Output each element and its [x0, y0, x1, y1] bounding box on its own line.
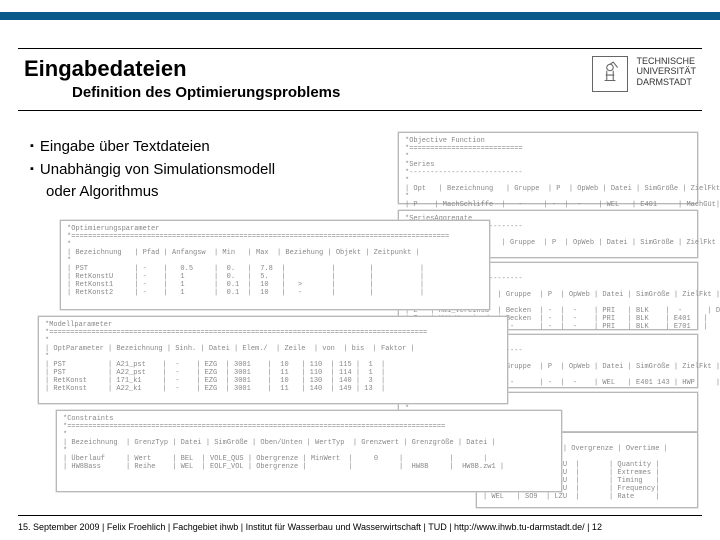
- header-rule: [18, 48, 702, 49]
- subheader-rule: [18, 110, 702, 111]
- page-title: Eingabedateien: [24, 56, 187, 82]
- bullet-list: Eingabe über Textdateien Unabhängig von …: [30, 136, 275, 204]
- bullet-2: Unabhängig von Simulationsmodell: [30, 159, 275, 182]
- logo-text: TECHNISCHE UNIVERSITÄT DARMSTADT: [636, 56, 696, 87]
- panel-optimierungsparameter: *Optimierungsparameter *================…: [60, 220, 490, 310]
- panel-modellparameter: *Modellparameter *======================…: [38, 316, 508, 404]
- page-subtitle: Definition des Optimierungsproblems: [72, 84, 340, 101]
- panel-objective-function: *Objective Function *===================…: [398, 132, 698, 204]
- footer-rule: [18, 515, 702, 516]
- logo-line1: TECHNISCHE: [636, 56, 696, 66]
- slide: Eingabedateien Definition des Optimierun…: [0, 0, 720, 540]
- bullet-1: Eingabe über Textdateien: [30, 136, 275, 159]
- logo-line3: DARMSTADT: [636, 77, 696, 87]
- footer-text: 15. September 2009 | Felix Froehlich | F…: [18, 522, 702, 532]
- university-logo: TECHNISCHE UNIVERSITÄT DARMSTADT: [592, 56, 696, 92]
- top-accent-bar: [0, 12, 720, 20]
- bullet-2-cont: oder Algorithmus: [30, 181, 275, 204]
- panel-constraints: *Constraints *==========================…: [56, 410, 562, 492]
- logo-line2: UNIVERSITÄT: [636, 66, 696, 76]
- athena-icon: [592, 56, 628, 92]
